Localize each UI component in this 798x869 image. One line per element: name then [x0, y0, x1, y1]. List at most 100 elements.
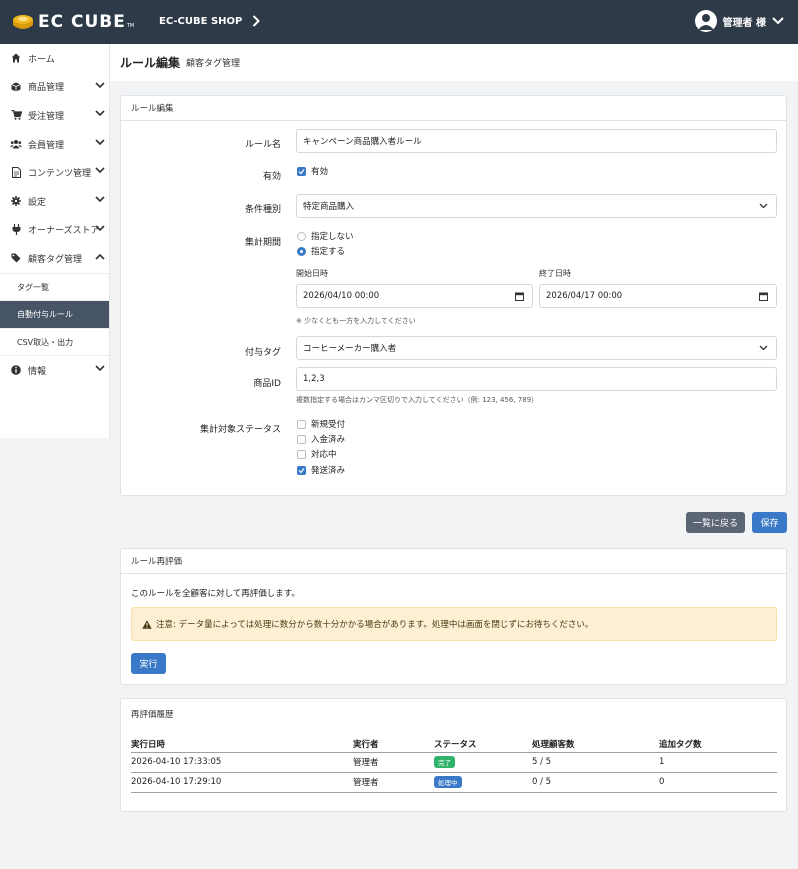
checkbox-label: 新規受付	[311, 420, 346, 430]
product-id-label: 商品ID	[253, 379, 281, 389]
status-checkbox-paid[interactable]: 入金済み	[297, 433, 345, 445]
shop-link[interactable]: EC-CUBE SHOP	[159, 15, 261, 27]
sidebar-item-label: コンテンツ管理	[28, 169, 92, 180]
end-date-input[interactable]: 2026/04/17 00:00	[539, 284, 777, 308]
end-date-label: 終了日時	[539, 269, 571, 278]
tag-select-value: コーヒーメーカー購入者	[303, 344, 397, 354]
user-menu[interactable]: 管理者 様	[694, 10, 784, 32]
column-header: ステータス	[434, 737, 532, 753]
condition-select[interactable]: 特定商品購入	[296, 194, 777, 218]
status-checkbox-shipped[interactable]: 発送済み	[297, 464, 345, 476]
page-header: ルール編集 顧客タグ管理	[110, 44, 798, 81]
calendar-icon	[515, 292, 524, 301]
file-icon	[10, 167, 22, 179]
sidebar-item-customers[interactable]: 会員管理	[0, 130, 109, 159]
tag-select[interactable]: コーヒーメーカー購入者	[296, 336, 777, 360]
card-title: ルール再評価	[121, 549, 786, 574]
sidebar-item-info[interactable]: 情報	[0, 355, 109, 384]
sidebar-subitem-auto-rules[interactable]: 自動付与ルール	[0, 300, 109, 328]
cell-user: 管理者	[353, 752, 434, 773]
product-id-input[interactable]: 1,2,3	[296, 367, 777, 391]
reevaluation-card: ルール再評価 このルールを全顧客に対して再評価します。 注意: データ量によって…	[120, 548, 787, 685]
radio-label: 指定する	[311, 247, 346, 257]
condition-label: 条件種別	[244, 205, 281, 215]
back-to-list-button[interactable]: 一覧に戻る	[686, 512, 745, 533]
period-label: 集計期間	[244, 238, 281, 248]
cell-status: 処理中	[434, 772, 532, 793]
checkbox-checked-icon	[297, 166, 306, 176]
sidebar-subitem-label: 自動付与ルール	[17, 310, 73, 319]
sidebar-subitem-label: CSV取込・出力	[17, 337, 74, 347]
info-icon	[10, 365, 22, 375]
status-checkbox-processing[interactable]: 対応中	[297, 448, 337, 460]
chevron-down-icon	[95, 139, 105, 145]
chevron-down-icon	[95, 82, 105, 88]
table-row: 2026-04-10 17:33:05 管理者 完了 5 / 5 1	[131, 752, 777, 773]
checkbox-label: 入金済み	[311, 435, 346, 445]
enabled-label: 有効	[262, 172, 281, 182]
cart-icon	[10, 110, 22, 121]
reevaluation-description: このルールを全顧客に対して再評価します。	[131, 589, 300, 599]
history-table: 実行日時 実行者 ステータス 処理顧客数 追加タグ数 2026-04-10 17…	[131, 737, 777, 793]
sidebar-subitem-tag-list[interactable]: タグ一覧	[0, 272, 109, 301]
user-name: 管理者 様	[722, 17, 766, 29]
reevaluation-history-card: 再評価履歴 実行日時 実行者 ステータス 処理顧客数 追加タグ数 2026-04…	[120, 698, 787, 812]
rule-name-label: ルール名	[244, 140, 281, 150]
chevron-down-icon	[95, 196, 105, 203]
chevron-down-icon	[95, 365, 105, 372]
start-date-label: 開始日時	[296, 269, 328, 278]
sidebar-item-label: 設定	[28, 197, 47, 208]
end-date-value: 2026/04/17 00:00	[546, 291, 623, 301]
chevron-down-icon	[759, 345, 768, 351]
radio-selected-icon	[297, 246, 306, 256]
status-badge: 処理中	[434, 776, 462, 788]
period-radio-none[interactable]: 指定しない	[297, 230, 354, 242]
period-radio-specify[interactable]: 指定する	[297, 245, 345, 257]
home-icon	[10, 53, 22, 63]
sidebar-item-label: ホーム	[28, 54, 55, 65]
ec-cube-logo[interactable]: EC CUBE TM	[12, 12, 134, 32]
start-date-value: 2026/04/10 00:00	[303, 291, 380, 301]
top-bar: EC CUBE TM EC-CUBE SHOP 管理者 様	[0, 0, 798, 44]
sidebar-item-orders[interactable]: 受注管理	[0, 101, 109, 130]
users-icon	[10, 139, 22, 149]
rule-name-input[interactable]: キャンペーン商品購入者ルール	[296, 129, 777, 153]
condition-select-value: 特定商品購入	[303, 202, 355, 212]
radio-icon	[297, 231, 306, 241]
card-title: 再評価履歴	[131, 710, 174, 720]
sidebar-item-settings[interactable]: 設定	[0, 187, 109, 216]
sidebar-item-label: 商品管理	[28, 83, 65, 94]
save-button[interactable]: 保存	[752, 512, 787, 533]
sidebar-item-home[interactable]: ホーム	[0, 44, 109, 73]
sidebar-subitem-label: タグ一覧	[17, 282, 49, 292]
sidebar-item-products[interactable]: 商品管理	[0, 73, 109, 102]
checkbox-icon	[297, 434, 306, 444]
logo-text: EC CUBE	[38, 12, 126, 32]
user-avatar-icon	[694, 10, 717, 32]
sidebar-item-owners-store[interactable]: オーナーズストア	[0, 216, 109, 245]
sidebar-item-label: オーナーズストア	[28, 226, 100, 237]
radio-label: 指定しない	[311, 232, 354, 242]
rule-edit-card: ルール編集 ルール名 キャンペーン商品購入者ルール 有効 有効 条件種別 特定商…	[120, 95, 787, 496]
start-date-input[interactable]: 2026/04/10 00:00	[296, 284, 533, 308]
sidebar-item-label: 受注管理	[28, 111, 65, 122]
cell-processed: 0 / 5	[532, 772, 659, 793]
plug-icon	[10, 224, 22, 236]
sidebar-subitem-csv[interactable]: CSV取込・出力	[0, 327, 109, 356]
checkbox-checked-icon	[297, 465, 306, 475]
run-reevaluation-button[interactable]: 実行	[131, 653, 166, 674]
status-checkbox-new[interactable]: 新規受付	[297, 418, 345, 430]
chevron-up-icon	[95, 254, 105, 260]
warning-alert: 注意: データ量によっては処理に数分から数十分かかる場合があります。処理中は画面…	[131, 607, 777, 641]
chevron-down-icon	[772, 17, 784, 25]
cell-status: 完了	[434, 752, 532, 773]
sidebar-item-customer-tags[interactable]: 顧客タグ管理	[0, 244, 109, 273]
sidebar-item-content[interactable]: コンテンツ管理	[0, 158, 109, 187]
cell-date: 2026-04-10 17:33:05	[131, 752, 353, 773]
sidebar-item-label: 顧客タグ管理	[28, 254, 83, 265]
enabled-checkbox[interactable]: 有効	[297, 165, 328, 177]
cell-user: 管理者	[353, 772, 434, 793]
tags-icon	[10, 253, 22, 263]
table-header-row: 実行日時 実行者 ステータス 処理顧客数 追加タグ数	[131, 737, 777, 753]
checkbox-icon	[297, 449, 306, 459]
